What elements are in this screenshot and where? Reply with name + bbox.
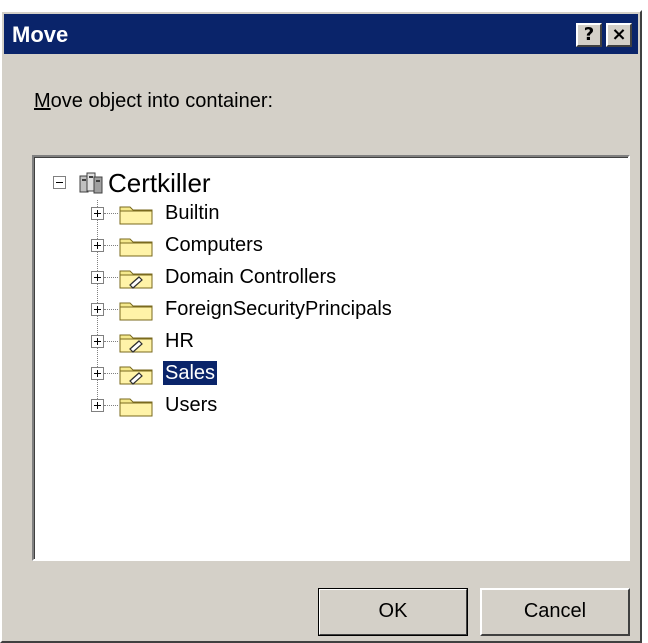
tree-item-label: Sales [161,360,219,386]
folder-icon [119,238,153,257]
root-label: Certkiller [108,168,211,198]
tree-connector [104,341,118,342]
folder-icon [119,206,153,225]
tree-connector [104,309,118,310]
prompt-accelerator: M [34,90,51,112]
prompt-text: ove object into container: [50,90,274,112]
expand-icon[interactable] [91,335,104,348]
expand-icon[interactable] [91,239,104,252]
cancel-button[interactable]: Cancel [480,588,630,636]
domain-icon [79,172,103,194]
expand-icon[interactable] [91,207,104,220]
container-tree[interactable]: Certkiller Builtin Computers Domain Contro… [32,155,630,561]
tree-item-label: Users [165,394,218,416]
ou-folder-icon [119,366,153,385]
ok-button[interactable]: OK [318,588,468,636]
expand-icon[interactable] [91,367,104,380]
tree-item-label: ForeignSecurityPrincipals [165,298,392,320]
tree-frame: Certkiller Builtin Computers Domain Contro… [34,157,628,559]
tree-connector [104,373,118,374]
folder-icon [119,302,153,321]
expand-icon[interactable] [91,399,104,412]
tree-item-label: Builtin [165,202,220,224]
tree-connector [104,245,118,246]
folder-icon [119,398,153,417]
title-bar[interactable]: Move ? × [4,14,638,54]
move-dialog: Move ? × Move object into container: Cer… [0,10,642,643]
tree-connector [104,405,118,406]
ou-folder-icon [119,270,153,289]
expand-icon[interactable] [91,271,104,284]
help-button[interactable]: ? [576,23,602,47]
tree-item-label: Computers [165,234,263,256]
expand-icon[interactable] [91,303,104,316]
tree-connector [104,277,118,278]
prompt-label: Move object into container: [34,90,273,113]
tree-item-label: Domain Controllers [165,266,337,288]
dialog-title: Move [12,22,69,47]
close-button[interactable]: × [606,23,632,47]
tree-connector [104,213,118,214]
ou-folder-icon [119,334,153,353]
collapse-toggle[interactable] [53,176,66,189]
tree-item-label: HR [165,330,194,352]
